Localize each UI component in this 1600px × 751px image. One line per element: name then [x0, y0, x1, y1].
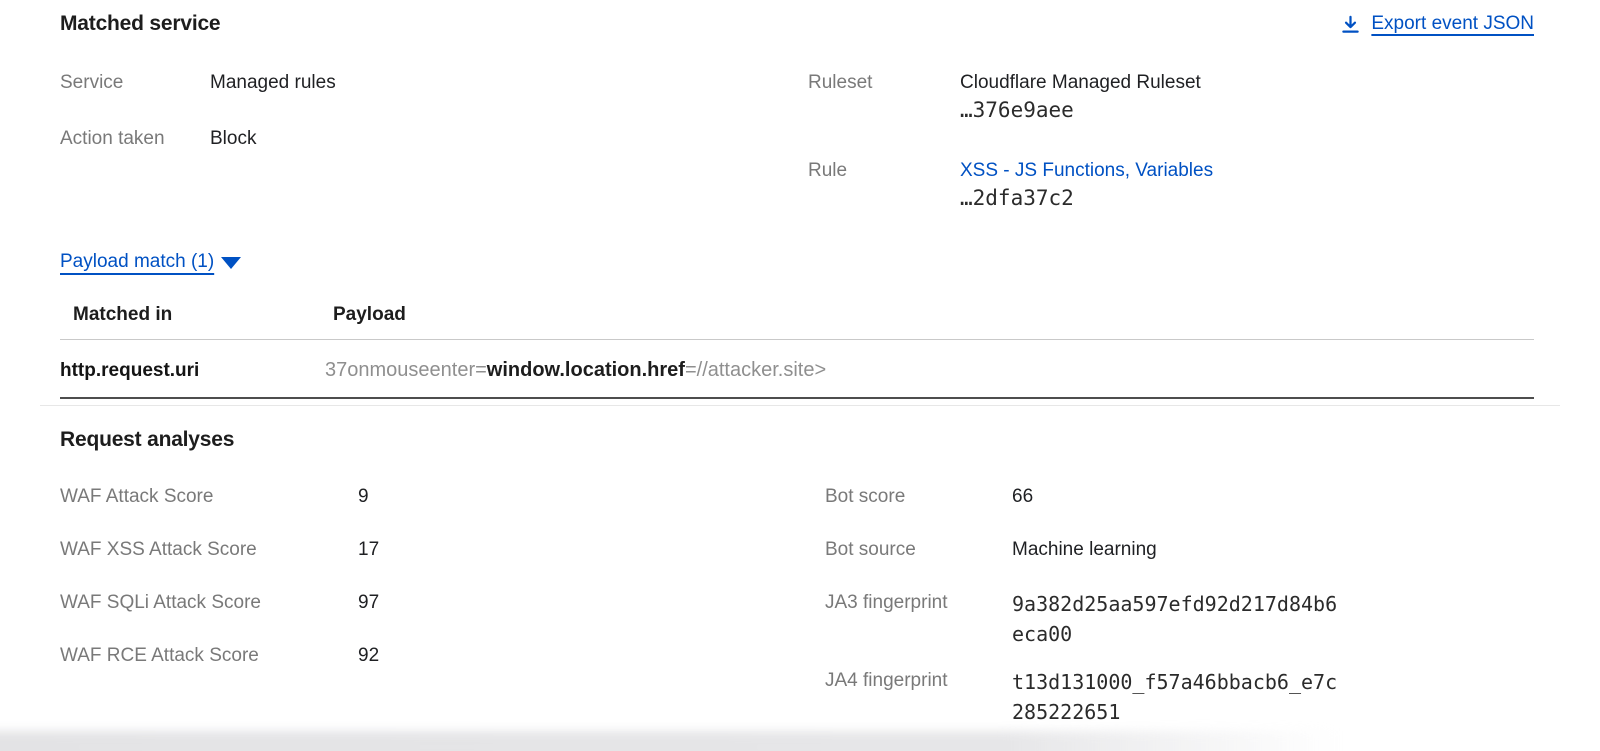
payload-match-toggle-label: Payload match (1): [60, 250, 214, 273]
ja3-fingerprint-value: 9a382d25aa597efd92d217d84b6eca00: [1012, 589, 1344, 649]
request-analyses-right-column: Bot score 66 Bot source Machine learning…: [825, 487, 1534, 749]
waf-xss-score-value: 17: [358, 540, 379, 560]
matched-service-fields: Service Managed rules Action taken Block…: [60, 72, 1534, 248]
section-divider: [40, 405, 1560, 406]
table-row: http.request.uri 37onmouseenter=window.l…: [60, 340, 1534, 399]
download-icon: [1340, 14, 1361, 35]
ja3-fingerprint-label: JA3 fingerprint: [825, 593, 1012, 649]
rule-id: …2dfa37c2: [960, 182, 1213, 214]
page-title: Matched service: [60, 12, 220, 36]
rule-link[interactable]: XSS - JS Functions, Variables: [960, 160, 1213, 181]
ruleset-value: Cloudflare Managed Ruleset: [960, 72, 1201, 94]
column-header-matched-in: Matched in: [60, 294, 325, 340]
waf-sqli-score-label: WAF SQLi Attack Score: [60, 593, 358, 613]
bot-score-label: Bot score: [825, 487, 1012, 507]
request-analyses-left-column: WAF Attack Score 9 WAF XSS Attack Score …: [60, 487, 825, 749]
rule-row: Rule XSS - JS Functions, Variables …2dfa…: [808, 160, 1534, 214]
column-header-payload: Payload: [325, 294, 1534, 340]
chevron-down-icon: [221, 257, 241, 269]
rule-label: Rule: [808, 160, 960, 214]
waf-rce-score-label: WAF RCE Attack Score: [60, 646, 358, 666]
ja4-fingerprint-row: JA4 fingerprint t13d131000_f57a46bbacb6_…: [825, 671, 1534, 727]
bot-score-row: Bot score 66: [825, 487, 1534, 507]
export-event-json-link[interactable]: Export event JSON: [1340, 13, 1534, 35]
firewall-event-details-panel: Matched service Export event JSON Servic…: [0, 0, 1600, 751]
action-taken-row: Action taken Block: [60, 128, 808, 150]
waf-xss-score-label: WAF XSS Attack Score: [60, 540, 358, 560]
action-taken-label: Action taken: [60, 128, 210, 150]
request-analyses-title: Request analyses: [60, 428, 234, 452]
ruleset-row: Ruleset Cloudflare Managed Ruleset …376e…: [808, 72, 1534, 126]
payload-match-toggle[interactable]: Payload match (1): [60, 250, 241, 273]
table-header-row: Matched in Payload: [60, 294, 1534, 340]
waf-sqli-score-value: 97: [358, 593, 379, 613]
waf-attack-score-row: WAF Attack Score 9: [60, 487, 825, 507]
ja4-fingerprint-label: JA4 fingerprint: [825, 671, 1012, 727]
request-analyses-fields: WAF Attack Score 9 WAF XSS Attack Score …: [60, 487, 1534, 749]
ja3-fingerprint-row: JA3 fingerprint 9a382d25aa597efd92d217d8…: [825, 593, 1534, 649]
matched-in-cell: http.request.uri: [60, 340, 325, 399]
payload-cell: 37onmouseenter=window.location.href=//at…: [325, 340, 1534, 399]
waf-attack-score-value: 9: [358, 487, 369, 507]
service-row: Service Managed rules: [60, 72, 808, 94]
service-label: Service: [60, 72, 210, 94]
waf-sqli-score-row: WAF SQLi Attack Score 97: [60, 593, 825, 613]
matched-service-left-column: Service Managed rules Action taken Block: [60, 72, 808, 248]
payload-prefix: 37onmouseenter=: [325, 359, 487, 381]
ja4-fingerprint-value: t13d131000_f57a46bbacb6_e7c285222651: [1012, 667, 1344, 727]
bot-source-row: Bot source Machine learning: [825, 540, 1534, 560]
bot-source-label: Bot source: [825, 540, 1012, 560]
service-value: Managed rules: [210, 72, 336, 94]
payload-suffix: =//attacker.site>: [685, 359, 826, 381]
bot-score-value: 66: [1012, 487, 1033, 507]
waf-rce-score-row: WAF RCE Attack Score 92: [60, 646, 825, 666]
waf-rce-score-value: 92: [358, 646, 379, 666]
payload-match-table: Matched in Payload http.request.uri 37on…: [60, 294, 1534, 399]
action-taken-value: Block: [210, 128, 256, 150]
ruleset-id: …376e9aee: [960, 94, 1201, 126]
export-link-label: Export event JSON: [1371, 13, 1534, 35]
waf-xss-score-row: WAF XSS Attack Score 17: [60, 540, 825, 560]
waf-attack-score-label: WAF Attack Score: [60, 487, 358, 507]
bot-source-value: Machine learning: [1012, 540, 1157, 560]
ruleset-label: Ruleset: [808, 72, 960, 126]
bottom-page-fade: [0, 731, 1396, 751]
matched-service-header: Matched service Export event JSON: [60, 12, 1534, 36]
matched-service-right-column: Ruleset Cloudflare Managed Ruleset …376e…: [808, 72, 1534, 248]
payload-highlight: window.location.href: [487, 359, 685, 381]
